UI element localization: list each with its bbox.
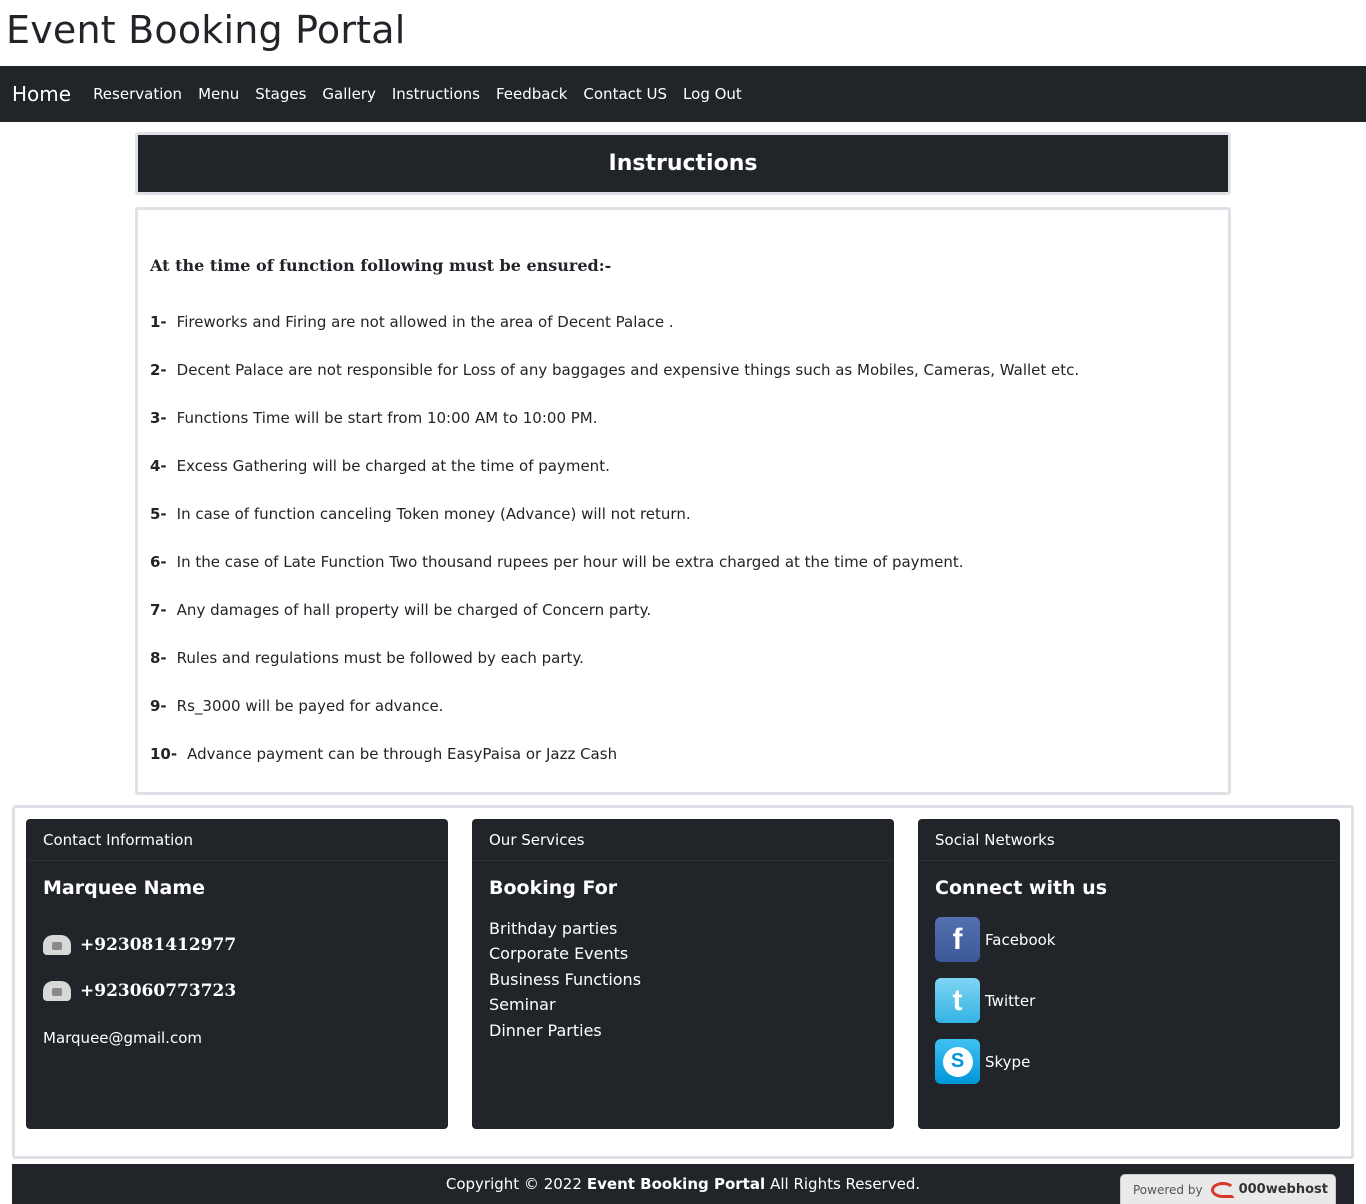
nav-link-instructions[interactable]: Instructions [392, 85, 480, 103]
twitter-link[interactable]: t Twitter [935, 978, 1035, 1023]
rule-item: 8- Rules and regulations must be followed… [150, 649, 584, 667]
rule-number: 5- [150, 505, 167, 523]
rule-number: 2- [150, 361, 167, 379]
nav-link-gallery[interactable]: Gallery [322, 85, 375, 103]
twitter-icon: t [935, 978, 980, 1023]
copyright-brand: Event Booking Portal [586, 1175, 766, 1193]
main-navbar: Home Reservation Menu Stages Gallery Ins… [0, 66, 1366, 122]
phone-number-2[interactable]: +923060773723 [43, 981, 236, 1001]
copyright-prefix: Copyright © 2022 [445, 1175, 582, 1193]
phone-number-1[interactable]: +923081412977 [43, 935, 236, 955]
social-card-title: Connect with us [935, 877, 1108, 899]
nav-home-link[interactable]: Home [12, 82, 71, 106]
rule-text: Advance payment can be through EasyPaisa… [187, 745, 618, 763]
copyright-bar: Copyright © 2022 Event Booking Portal Al… [12, 1164, 1354, 1204]
rule-number: 9- [150, 697, 167, 715]
nav-link-log-out[interactable]: Log Out [683, 85, 742, 103]
rule-item: 1- Fireworks and Firing are not allowed i… [150, 313, 674, 331]
page-heading-banner: Instructions [135, 132, 1231, 195]
rule-item: 9- Rs_3000 will be payed for advance. [150, 697, 443, 715]
rule-text: Rules and regulations must be followed b… [176, 649, 584, 667]
social-card-header: Social Networks [918, 819, 1340, 861]
services-card: Our Services Booking For Brithday partie… [472, 819, 894, 1129]
contact-card: Contact Information Marquee Name +923081… [26, 819, 448, 1129]
contact-card-title: Marquee Name [43, 877, 206, 899]
rule-text: Fireworks and Firing are not allowed in … [176, 313, 674, 331]
nav-link-menu[interactable]: Menu [198, 85, 239, 103]
rule-item: 2- Decent Palace are not responsible for … [150, 361, 1079, 379]
rule-item: 4- Excess Gathering will be charged at th… [150, 457, 610, 475]
facebook-icon: f [935, 917, 980, 962]
powered-by-badge[interactable]: Powered by 000webhost [1120, 1174, 1336, 1204]
rule-number: 10- [150, 745, 178, 763]
rule-number: 7- [150, 601, 167, 619]
rule-text: Decent Palace are not responsible for Lo… [176, 361, 1080, 379]
rule-item: 6- In the case of Late Function Two thous… [150, 553, 964, 571]
rule-text: Excess Gathering will be charged at the … [176, 457, 610, 475]
rule-text: Rs_3000 will be payed for advance. [176, 697, 444, 715]
page-heading: Instructions [608, 151, 758, 176]
contact-email[interactable]: Marquee@gmail.com [43, 1029, 202, 1047]
service-item: Seminar [489, 995, 556, 1014]
footer-section: Contact Information Marquee Name +923081… [12, 805, 1354, 1159]
rule-text: In case of function canceling Token mone… [176, 505, 691, 523]
skype-icon: S [935, 1039, 980, 1084]
nav-link-stages[interactable]: Stages [255, 85, 306, 103]
telephone-icon [43, 981, 71, 1001]
telephone-icon [43, 935, 71, 955]
rule-item: 10- Advance payment can be through EasyPa… [150, 745, 617, 763]
service-item: Dinner Parties [489, 1021, 602, 1040]
rule-item: 3- Functions Time will be start from 10:0… [150, 409, 598, 427]
nav-link-feedback[interactable]: Feedback [496, 85, 567, 103]
rule-number: 1- [150, 313, 167, 331]
site-title: Event Booking Portal [6, 8, 406, 52]
rule-number: 4- [150, 457, 167, 475]
instructions-intro: At the time of function following must b… [150, 256, 612, 275]
rule-number: 3- [150, 409, 167, 427]
facebook-link[interactable]: f Facebook [935, 917, 1055, 962]
services-card-header: Our Services [472, 819, 894, 861]
skype-link[interactable]: S Skype [935, 1039, 1030, 1084]
nav-link-contact-us[interactable]: Contact US [583, 85, 667, 103]
webhost-logo-icon [1210, 1181, 1235, 1198]
contact-card-header: Contact Information [26, 819, 448, 861]
service-item: Business Functions [489, 970, 642, 989]
rule-item: 5- In case of function canceling Token mo… [150, 505, 691, 523]
nav-link-reservation[interactable]: Reservation [93, 85, 182, 103]
instructions-panel: At the time of function following must b… [135, 207, 1231, 795]
social-card: Social Networks Connect with us f Facebo… [918, 819, 1340, 1129]
rule-text: Functions Time will be start from 10:00 … [176, 409, 598, 427]
service-item: Corporate Events [489, 944, 629, 963]
service-item: Brithday parties [489, 919, 618, 938]
rule-text: Any damages of hall property will be cha… [176, 601, 652, 619]
rule-number: 6- [150, 553, 167, 571]
rule-item: 7- Any damages of hall property will be c… [150, 601, 651, 619]
copyright-suffix: All Rights Reserved. [770, 1175, 921, 1193]
rule-number: 8- [150, 649, 167, 667]
rule-text: In the case of Late Function Two thousan… [176, 553, 964, 571]
services-card-title: Booking For [489, 877, 618, 899]
